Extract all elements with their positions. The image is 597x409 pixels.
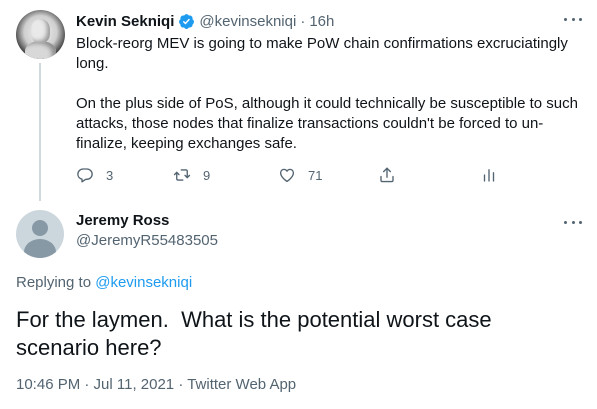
heart-icon xyxy=(279,168,295,183)
share-button[interactable] xyxy=(378,165,396,185)
kevin-avatar[interactable] xyxy=(16,10,65,59)
reply-count: 3 xyxy=(106,167,114,183)
parent-tweet-time[interactable]: 16h xyxy=(309,13,334,30)
header-separator: · xyxy=(300,12,306,30)
reply-button[interactable]: 3 xyxy=(76,165,113,185)
replying-to-link[interactable]: @kevinsekniqi xyxy=(95,274,192,291)
analytics-icon xyxy=(483,169,495,182)
retweet-icon xyxy=(173,169,191,181)
thread-connector-line xyxy=(39,63,41,201)
reply-author-handle[interactable]: @JeremyR55483505 xyxy=(76,232,218,249)
parent-tweet-actions: 3 9 71 xyxy=(76,165,506,185)
replying-to-label: Replying to xyxy=(16,274,96,291)
retweet-button[interactable]: 9 xyxy=(173,165,210,185)
parent-tweet-paragraph-2: On the plus side of PoS, although it cou… xyxy=(76,95,578,152)
analytics-button[interactable] xyxy=(480,165,498,185)
parent-author-name[interactable]: Kevin Sekniqi xyxy=(76,13,174,30)
parent-author-handle[interactable]: @kevinsekniqi xyxy=(199,13,296,30)
jeremy-avatar[interactable] xyxy=(16,210,64,258)
retweet-count: 9 xyxy=(203,167,211,183)
replying-to-line: Replying to @kevinsekniqi xyxy=(16,274,192,291)
reply-author-name[interactable]: Jeremy Ross xyxy=(76,212,169,229)
share-icon xyxy=(380,167,394,183)
verified-badge-icon xyxy=(179,13,195,29)
reply-more-options-icon[interactable] xyxy=(564,219,582,225)
like-count: 71 xyxy=(308,167,323,183)
reply-icon xyxy=(77,168,93,183)
parent-tweet-text: Block-reorg MEV is going to make PoW cha… xyxy=(76,34,586,154)
like-button[interactable]: 71 xyxy=(278,165,322,185)
reply-timestamp[interactable]: 10:46 PM · Jul 11, 2021 · Twitter Web Ap… xyxy=(16,376,296,393)
parent-tweet-header: Kevin Sekniqi @kevinsekniqi · 16h xyxy=(76,11,334,31)
parent-tweet-paragraph-1: Block-reorg MEV is going to make PoW cha… xyxy=(76,35,568,72)
reply-tweet-text: For the laymen. What is the potential wo… xyxy=(16,307,498,360)
more-options-icon[interactable] xyxy=(564,16,582,22)
